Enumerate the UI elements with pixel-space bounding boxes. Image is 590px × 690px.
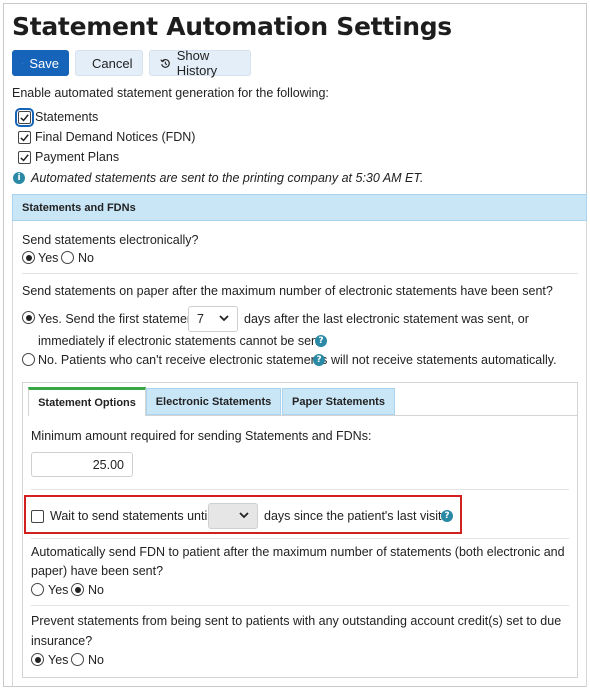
- section-header: Statements and FDNs: [12, 194, 587, 221]
- credit-question-line2: insurance?: [31, 634, 93, 648]
- check-icon: [20, 134, 29, 142]
- page-title: Statement Automation Settings: [12, 12, 452, 41]
- save-label: Save: [29, 55, 59, 71]
- wait-prefix: Wait to send statements until: [50, 509, 211, 523]
- paper-days-select[interactable]: 7: [188, 306, 238, 332]
- payment-plans-checkbox[interactable]: [18, 151, 31, 164]
- cancel-button[interactable]: Cancel: [75, 50, 143, 76]
- electronic-no-radio[interactable]: [61, 251, 74, 264]
- fdn-yes-label: Yes: [48, 583, 69, 597]
- tab-label: Statement Options: [38, 397, 136, 409]
- paper-days-value: 7: [197, 312, 204, 326]
- paper-no-prefix: No. Patients who can't receive electroni…: [38, 353, 328, 367]
- tab-electronic-statements[interactable]: Electronic Statements: [146, 388, 281, 415]
- check-icon: [20, 114, 29, 122]
- cancel-label: Cancel: [92, 55, 133, 71]
- fdn-question-line1: Automatically send FDN to patient after …: [31, 545, 565, 559]
- wait-checkbox[interactable]: [31, 510, 44, 523]
- fdn-checkbox[interactable]: [18, 131, 31, 144]
- help-icon[interactable]: ?: [313, 354, 325, 366]
- tabs-divider: [146, 415, 577, 416]
- paper-no-suffix: will not receive statements automaticall…: [331, 353, 557, 367]
- min-amount-value: 25.00: [92, 458, 124, 472]
- tab-statement-options[interactable]: Statement Options: [28, 387, 146, 416]
- credit-no-label: No: [88, 653, 104, 667]
- electronic-yes-label: Yes: [38, 251, 59, 265]
- divider: [22, 273, 578, 274]
- info-icon: i: [13, 172, 25, 184]
- automation-note: Automated statements are sent to the pri…: [31, 171, 424, 185]
- fdn-no-label: No: [88, 583, 104, 597]
- check-icon: [20, 154, 29, 162]
- help-icon[interactable]: ?: [441, 510, 453, 522]
- check-icon: [22, 62, 24, 64]
- payment-plans-label: Payment Plans: [35, 150, 120, 164]
- paper-yes-suffix: days after the last electronic statement…: [244, 312, 529, 326]
- divider: [31, 605, 569, 606]
- fdn-label: Final Demand Notices (FDN): [35, 130, 196, 144]
- show-history-label: Show History: [176, 48, 218, 78]
- min-amount-label: Minimum amount required for sending Stat…: [31, 429, 372, 443]
- fdn-question-line2: paper) have been sent?: [31, 564, 164, 578]
- tab-paper-statements[interactable]: Paper Statements: [282, 388, 395, 415]
- paper-yes-line2: immediately if electronic statements can…: [38, 334, 325, 348]
- help-icon[interactable]: ?: [315, 335, 327, 347]
- history-icon: [160, 58, 170, 68]
- electronic-yes-radio[interactable]: [22, 251, 35, 264]
- electronic-question: Send statements electronically?: [22, 233, 199, 247]
- min-amount-input[interactable]: 25.00: [31, 452, 133, 477]
- paper-question: Send statements on paper after the maxim…: [22, 284, 553, 298]
- credit-question-line1: Prevent statements from being sent to pa…: [31, 614, 562, 628]
- show-history-button[interactable]: Show History: [149, 48, 251, 78]
- automation-intro: Enable automated statement generation fo…: [12, 86, 329, 100]
- save-button[interactable]: Save: [12, 50, 69, 76]
- paper-yes-prefix: Yes. Send the first statement: [38, 312, 198, 326]
- tab-label: Electronic Statements: [155, 395, 272, 408]
- credit-yes-label: Yes: [48, 653, 69, 667]
- fdn-no-radio[interactable]: [71, 583, 84, 596]
- electronic-no-label: No: [78, 251, 94, 265]
- section-title: Statements and FDNs: [22, 202, 136, 214]
- chevron-down-icon: [239, 512, 249, 519]
- credit-yes-radio[interactable]: [31, 653, 44, 666]
- fdn-yes-radio[interactable]: [31, 583, 44, 596]
- divider: [31, 489, 569, 490]
- wait-suffix: days since the patient's last visit.: [264, 509, 445, 523]
- credit-no-radio[interactable]: [71, 653, 84, 666]
- paper-no-radio[interactable]: [22, 353, 35, 366]
- chevron-down-icon: [219, 315, 229, 322]
- divider: [31, 538, 569, 539]
- paper-yes-radio[interactable]: [22, 311, 35, 324]
- statements-label: Statements: [35, 110, 99, 124]
- wait-days-select[interactable]: [208, 503, 258, 529]
- statements-checkbox[interactable]: [15, 108, 34, 127]
- tab-label: Paper Statements: [292, 395, 385, 408]
